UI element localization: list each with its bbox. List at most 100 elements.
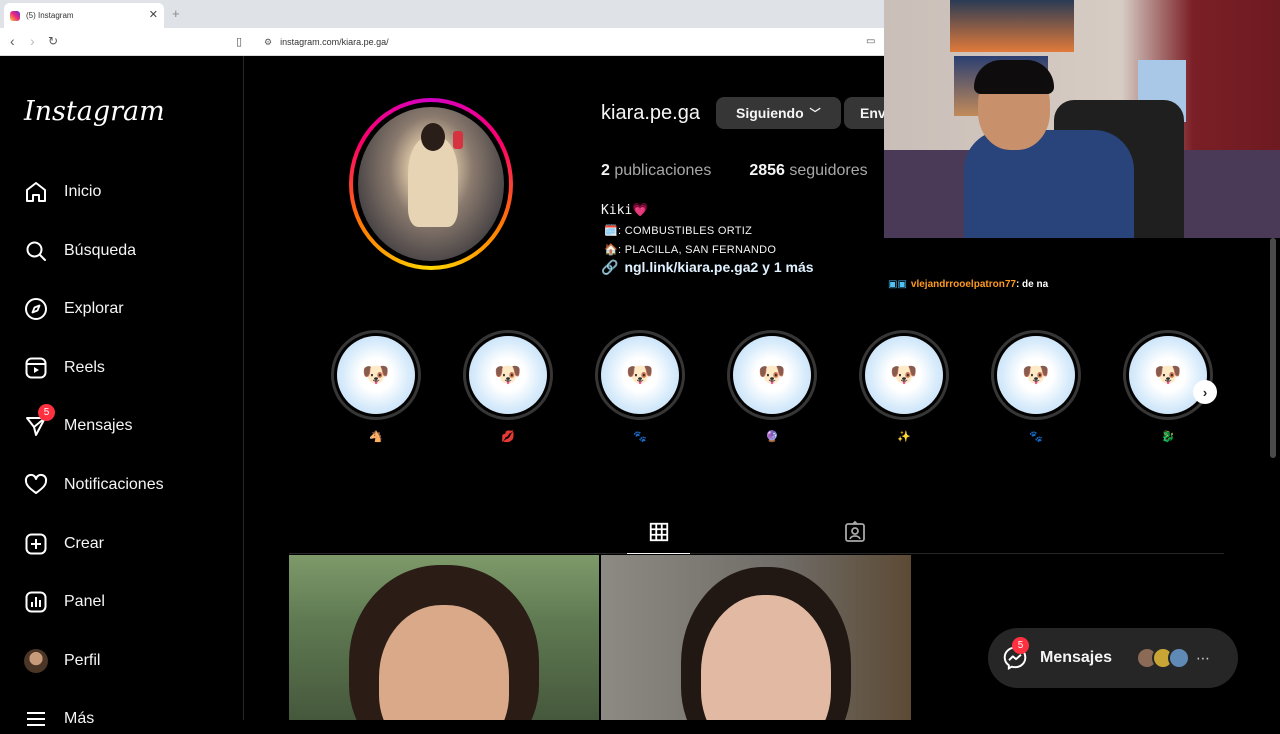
highlight-label: 🔮 [765,431,779,443]
bio-link-text: ngl.link/kiara.pe.ga2 y 1 más [624,259,814,275]
story-highlight[interactable]: 🐶 🐴 [331,330,421,443]
avatar [1168,647,1191,669]
stream-chat-message: ▣▣ vlejandrrooelpatron77: de na [888,279,1048,290]
tab-title: (5) Instagram [26,11,74,20]
pochacco-icon: 🐶 [865,336,943,414]
story-highlight[interactable]: 🐶 🐾 [991,330,1081,443]
sidebar-item-label: Mensajes [64,417,133,434]
sidebar-item-inicio[interactable]: Inicio [24,177,101,207]
sidebar-item-reels[interactable]: Reels [24,353,105,383]
page-scrollbar[interactable] [1270,238,1276,458]
sidebar-item-label: Inicio [64,183,102,200]
browser-tab[interactable]: (5) Instagram ✕ [4,3,164,28]
story-highlight[interactable]: 🐶 💋 [463,330,553,443]
notification-badge: 5 [1012,637,1029,654]
post-thumbnail[interactable] [289,555,599,720]
story-highlight[interactable]: 🐶 ✨ [859,330,949,443]
sidebar-item-label: Panel [64,593,105,610]
sidebar-item-label: Búsqueda [64,242,137,259]
sidebar: Instagram Inicio Búsqueda Explorar Reels… [0,56,244,727]
sidebar-item-label: Explorar [64,300,124,317]
sidebar-item-explorar[interactable]: Explorar [24,294,124,324]
sidebar-item-label: Reels [64,359,105,376]
link-icon: 🔗 [601,259,619,275]
story-highlight[interactable]: 🐶 🔮 [727,330,817,443]
bio-line-location: 🏠: PLACILLA, SAN FERNANDO [604,244,777,256]
address-bar[interactable]: ⚙ instagram.com/kiara.pe.ga/ [256,32,896,52]
heart-icon [24,473,48,494]
close-tab-icon[interactable]: ✕ [149,8,158,21]
sidebar-item-panel[interactable]: Panel [24,587,105,617]
pochacco-icon: 🐶 [733,336,811,414]
forward-icon[interactable]: › [30,33,35,49]
sidebar-item-crear[interactable]: Crear [24,529,104,559]
tab-tagged[interactable] [830,510,880,554]
sidebar-item-busqueda[interactable]: Búsqueda [24,236,136,266]
cast-icon[interactable]: ▭ [866,36,875,47]
notification-badge: 5 [38,404,55,421]
profile-username: kiara.pe.ga [601,102,700,124]
home-icon [26,182,46,202]
following-button[interactable]: Siguiendo ﹀ [716,97,841,129]
send-message-button[interactable]: Envi [844,97,884,129]
chevron-right-icon[interactable]: › [1193,380,1217,404]
pochacco-icon: 🐶 [337,336,415,414]
plus-square-icon [25,533,47,555]
chevron-down-icon: ﹀ [809,108,821,120]
posts-count: 2 [601,162,610,179]
followers-stat[interactable]: 2856 seguidores [749,162,867,180]
following-button-label: Siguiendo [736,105,804,121]
sidebar-item-label: Perfil [64,652,101,669]
search-icon [26,241,46,261]
bio-link[interactable]: 🔗 ngl.link/kiara.pe.ga2 y 1 más [601,259,814,276]
story-highlight[interactable]: 🐶 🐾 [595,330,685,443]
bio-name: Kiki💗 [601,203,649,218]
pochacco-icon: 🐶 [997,336,1075,414]
followers-label: seguidores [789,162,868,179]
tagged-user-icon [845,520,865,542]
profile-picture-story-ring[interactable] [349,98,513,270]
webcam-overlay [884,0,1280,238]
followers-count: 2856 [749,162,785,179]
tabs-divider [289,553,1224,554]
sidebar-item-label: Más [64,710,95,727]
grid-icon [649,522,668,541]
sidebar-item-label: Notificaciones [64,476,164,493]
highlight-label: ✨ [897,431,911,443]
profile-stats: 2 publicaciones 2856 seguidores [601,162,868,180]
compass-icon [25,298,47,320]
bio-line-work: 🗓️: COMBUSTIBLES ORTIZ [604,225,753,237]
sidebar-item-label: Crear [64,535,105,552]
site-info-icon[interactable]: ⚙ [264,37,272,48]
new-tab-icon[interactable]: + [172,6,180,21]
send-message-label: Envi [860,105,884,121]
bookmark-icon[interactable]: ▯ [236,35,242,48]
sidebar-item-mensajes[interactable]: 5 Mensajes [24,404,133,441]
instagram-logo[interactable]: Instagram [24,96,165,127]
pochacco-icon: 🐶 [469,336,547,414]
sidebar-item-notificaciones[interactable]: Notificaciones [24,470,164,500]
highlight-label: 🐾 [1029,431,1043,443]
chat-text: : de na [1015,279,1049,290]
highlight-label: 🐉 [1161,431,1175,443]
highlight-label: 💋 [501,431,515,443]
pochacco-icon: 🐶 [1129,336,1207,414]
highlight-label: 🐴 [369,431,383,443]
reels-icon [25,357,47,379]
tab-posts[interactable] [627,510,690,554]
instagram-favicon-icon [10,10,20,21]
chart-icon [25,591,47,613]
profile-picture [358,107,504,261]
sidebar-item-perfil[interactable]: Perfil [24,646,100,676]
post-thumbnail[interactable] [601,555,911,720]
more-options-icon[interactable]: ⋯ [1196,650,1210,667]
messages-drawer-button[interactable]: 5 Mensajes ⋯ [988,628,1238,688]
chat-badge-icon: ▣▣ [888,279,907,290]
chat-username: vlejandrrooelpatron77 [910,279,1016,290]
sidebar-item-mas[interactable]: Más [24,704,94,734]
highlight-label: 🐾 [633,431,647,443]
reload-icon[interactable]: ↻ [48,34,58,48]
menu-icon [27,712,45,726]
back-icon[interactable]: ‹ [10,33,15,49]
posts-label: publicaciones [614,162,712,179]
